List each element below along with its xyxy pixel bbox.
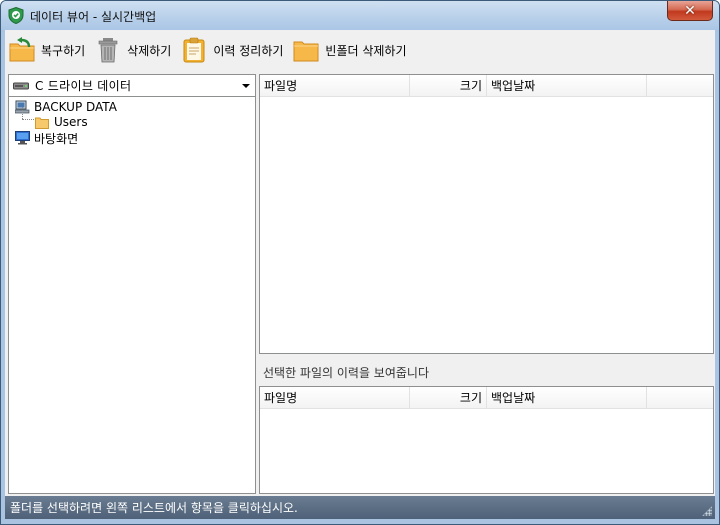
column-header-size[interactable]: 크기: [410, 387, 487, 409]
trash-icon: [98, 38, 118, 63]
column-header-backup-date[interactable]: 백업날짜: [487, 387, 647, 409]
client-area: 복구하기 삭제하기 이력 정리하기 빈폴더 삭제하기 C 드라이브 데이터 BA…: [5, 30, 715, 519]
tree-connector: [22, 119, 34, 120]
delete-empty-folders-label: 빈폴더 삭제하기: [325, 43, 407, 58]
column-header-size[interactable]: 크기: [410, 75, 487, 97]
computer-icon: [15, 100, 30, 114]
monitor-icon: [15, 131, 30, 145]
tree-connector: [22, 107, 23, 119]
delete-empty-folders-button[interactable]: 빈폴더 삭제하기: [289, 34, 410, 66]
column-header-filename[interactable]: 파일명: [260, 387, 410, 409]
column-header-backup-date[interactable]: 백업날짜: [487, 75, 647, 97]
tree-item-label: 바탕화면: [34, 131, 79, 146]
file-list[interactable]: 파일명 크기 백업날짜: [259, 74, 714, 354]
tree-item-label: BACKUP DATA: [34, 100, 117, 114]
status-text: 폴더를 선택하려면 왼쪽 리스트에서 항목을 클릭하십시오.: [10, 501, 298, 515]
tree-item-backup-data[interactable]: BACKUP DATA: [15, 99, 117, 115]
tree-item-label: Users: [54, 115, 88, 129]
hard-drive-icon: [13, 82, 29, 89]
history-list-header: 파일명 크기 백업날짜: [260, 387, 713, 409]
history-list[interactable]: 파일명 크기 백업날짜: [259, 386, 714, 494]
delete-button[interactable]: 삭제하기: [91, 34, 175, 66]
title-bar[interactable]: 데이터 뷰어 - 실시간백업 ✕: [1, 1, 719, 30]
drive-dropdown-value: C 드라이브 데이터: [35, 79, 132, 93]
window-title: 데이터 뷰어 - 실시간백업: [30, 10, 157, 24]
history-caption: 선택한 파일의 이력을 보여줍니다: [263, 366, 430, 380]
clipboard-icon: [183, 37, 205, 63]
close-button[interactable]: ✕: [667, 1, 713, 21]
clean-history-button-label: 이력 정리하기: [213, 43, 284, 58]
status-bar: 폴더를 선택하려면 왼쪽 리스트에서 항목을 클릭하십시오.: [5, 496, 715, 519]
clean-history-button[interactable]: 이력 정리하기: [177, 34, 287, 66]
delete-button-label: 삭제하기: [127, 43, 172, 58]
restore-button-label: 복구하기: [41, 43, 86, 58]
folder-icon: [35, 117, 49, 129]
folder-icon: [293, 41, 319, 62]
drive-dropdown[interactable]: C 드라이브 데이터: [9, 75, 255, 97]
chevron-down-icon[interactable]: [242, 84, 250, 88]
toolbar: 복구하기 삭제하기 이력 정리하기 빈폴더 삭제하기: [5, 30, 715, 70]
tree-item-users[interactable]: Users: [35, 114, 88, 130]
folder-restore-icon: [9, 37, 35, 62]
resize-grip-icon[interactable]: [702, 506, 712, 516]
file-list-header: 파일명 크기 백업날짜: [260, 75, 713, 97]
folder-tree-panel: C 드라이브 데이터 BACKUP DATA Users 바탕화면: [8, 74, 256, 494]
shield-icon: [8, 7, 24, 24]
column-header-filename[interactable]: 파일명: [260, 75, 410, 97]
restore-button[interactable]: 복구하기: [5, 34, 89, 66]
main-window: 데이터 뷰어 - 실시간백업 ✕ 복구하기 삭제하기 이력 정리하기 빈폴더 삭…: [0, 0, 720, 525]
tree-item-desktop[interactable]: 바탕화면: [15, 130, 78, 146]
close-icon: ✕: [684, 2, 696, 19]
